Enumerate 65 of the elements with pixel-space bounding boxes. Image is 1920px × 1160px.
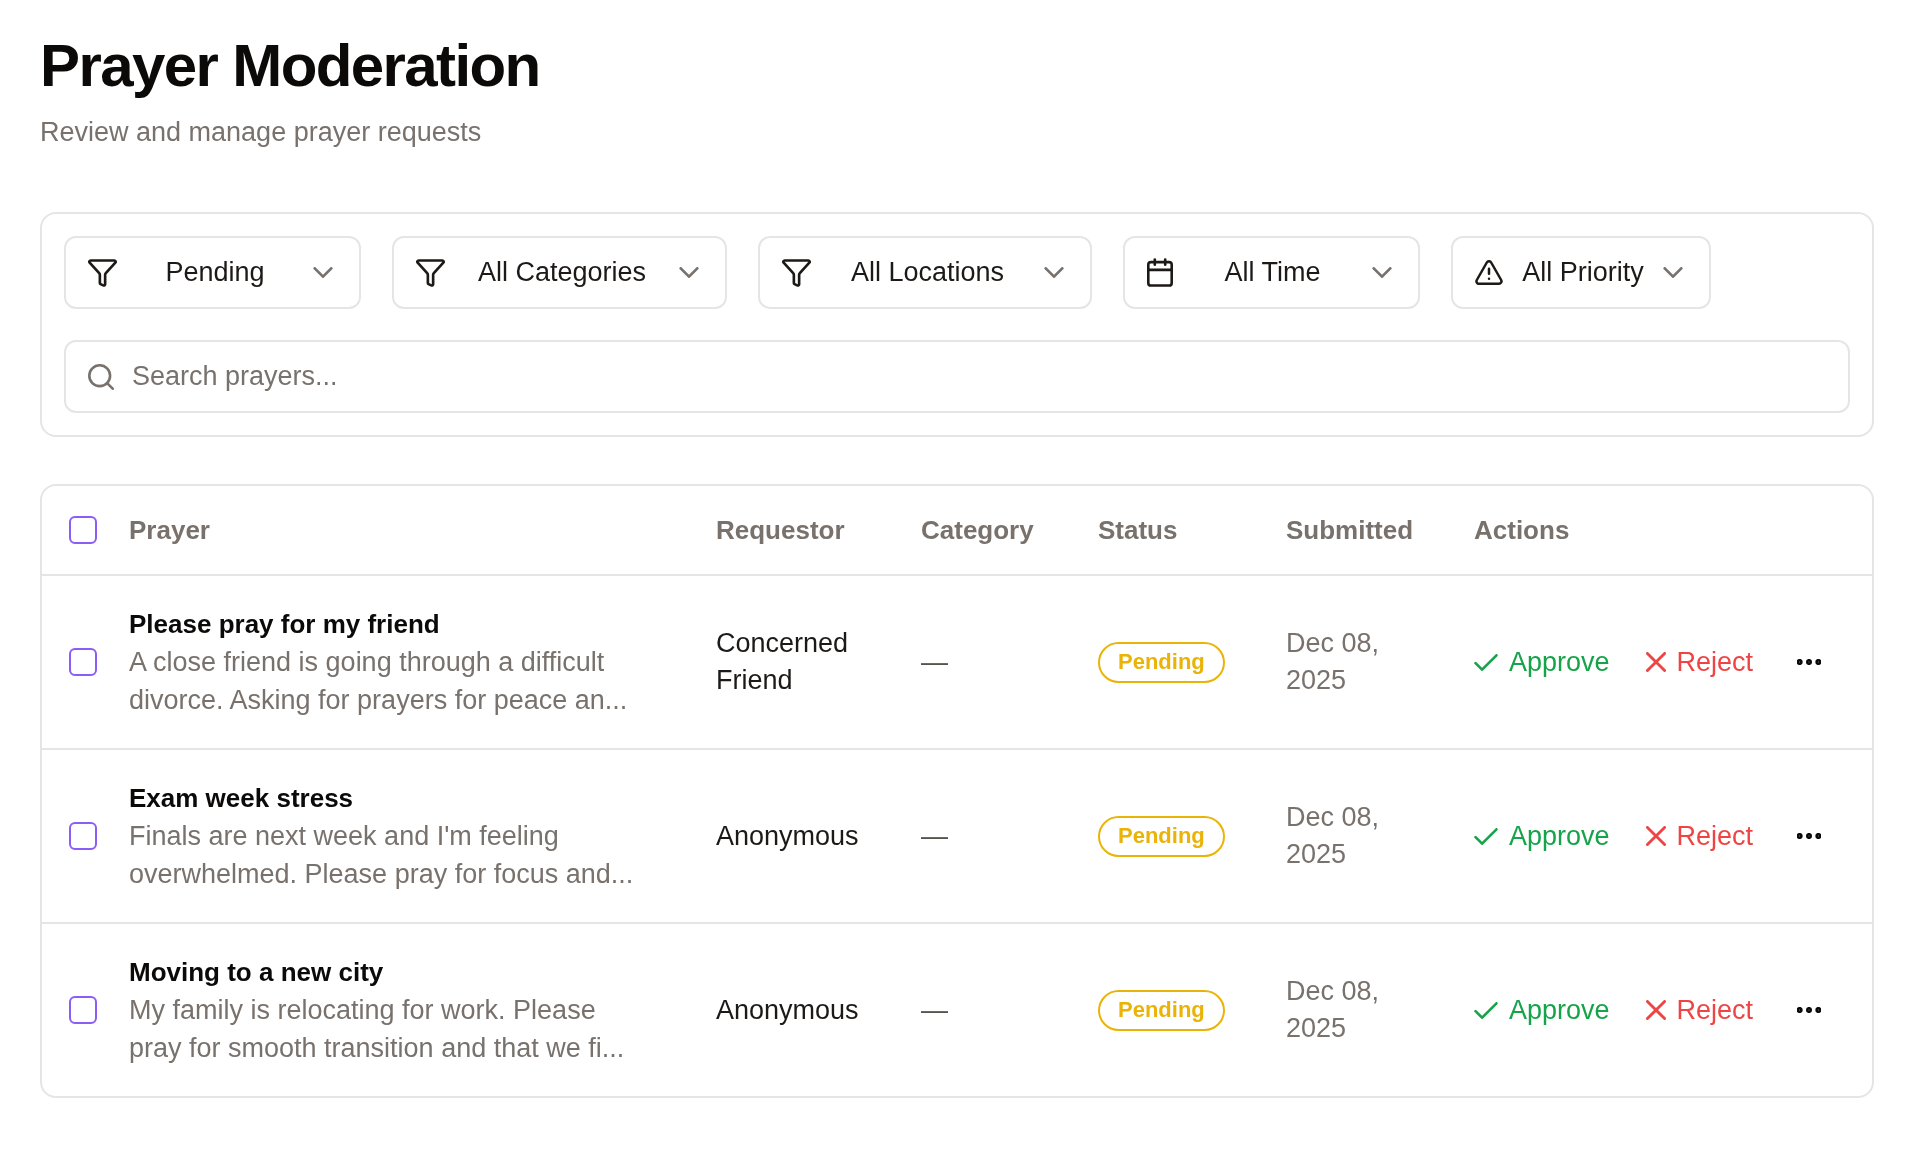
ellipsis-icon bbox=[1797, 833, 1822, 839]
reject-button[interactable]: Reject bbox=[1645, 991, 1754, 1029]
column-header: Actions bbox=[1474, 514, 1570, 547]
chevron-down-icon bbox=[1044, 267, 1064, 278]
page-subtitle: Review and manage prayer requests bbox=[40, 116, 482, 149]
checkbox[interactable] bbox=[69, 996, 97, 1024]
more-button[interactable] bbox=[1797, 1007, 1822, 1013]
close-icon bbox=[1645, 826, 1666, 846]
column-header: Requestor bbox=[716, 514, 845, 547]
check-icon bbox=[1474, 653, 1498, 671]
filter-dropdown[interactable]: All Time bbox=[1123, 236, 1420, 309]
column-header: Category bbox=[921, 514, 1034, 547]
reject-button[interactable]: Reject bbox=[1645, 643, 1754, 681]
filter-dropdown[interactable]: Pending bbox=[64, 236, 361, 309]
status-badge: Pending bbox=[1098, 815, 1225, 857]
close-icon bbox=[1645, 652, 1666, 672]
status-badge: Pending bbox=[1098, 989, 1225, 1031]
more-button[interactable] bbox=[1797, 659, 1822, 665]
checkbox[interactable] bbox=[69, 516, 97, 544]
status-badge: Pending bbox=[1098, 641, 1225, 683]
ellipsis-icon bbox=[1797, 1007, 1822, 1013]
prayer-description: A close friend is going through a difficult divorce. Asking for prayers for peace an... bbox=[129, 646, 629, 717]
category-value: — bbox=[921, 993, 948, 1027]
submitted-date: Dec 08, 2025 bbox=[1286, 801, 1381, 871]
calendar-icon bbox=[1147, 258, 1173, 287]
column-header: Status bbox=[1098, 514, 1178, 547]
reject-button[interactable]: Reject bbox=[1645, 817, 1754, 855]
prayer-title: Please pray for my friend bbox=[129, 608, 440, 641]
chevron-down-icon bbox=[1663, 267, 1683, 278]
page-title: Prayer Moderation bbox=[40, 31, 540, 101]
search-icon bbox=[88, 363, 114, 390]
funnel-icon bbox=[88, 258, 117, 287]
filter-dropdown[interactable]: All Priority bbox=[1451, 236, 1711, 309]
search-field[interactable]: Search prayers... bbox=[64, 340, 1850, 413]
funnel-icon bbox=[416, 258, 445, 287]
chevron-down-icon bbox=[1372, 267, 1392, 278]
check-icon bbox=[1474, 827, 1498, 845]
approve-button[interactable]: Approve bbox=[1474, 643, 1610, 681]
prayer-title: Moving to a new city bbox=[129, 956, 384, 989]
submitted-date: Dec 08, 2025 bbox=[1286, 975, 1381, 1045]
prayer-title: Exam week stress bbox=[129, 782, 354, 815]
category-value: — bbox=[921, 645, 948, 679]
submitted-date: Dec 08, 2025 bbox=[1286, 627, 1381, 697]
filter-dropdown[interactable]: All Locations bbox=[758, 236, 1092, 309]
requestor-name: Anonymous bbox=[716, 993, 859, 1027]
ellipsis-icon bbox=[1797, 659, 1822, 665]
column-header: Submitted bbox=[1286, 514, 1414, 547]
check-icon bbox=[1474, 1001, 1498, 1019]
checkbox[interactable] bbox=[69, 648, 97, 676]
prayer-description: My family is relocating for work. Please pray for smooth transition and that we fi... bbox=[129, 994, 626, 1065]
prayer-description: Finals are next week and I'm feeling overwhelmed. Please pray for focus and... bbox=[129, 820, 635, 891]
more-button[interactable] bbox=[1797, 833, 1822, 839]
chevron-down-icon bbox=[679, 267, 699, 278]
close-icon bbox=[1645, 1000, 1666, 1020]
requestor-name: Anonymous bbox=[716, 819, 859, 853]
approve-button[interactable]: Approve bbox=[1474, 817, 1610, 855]
chevron-down-icon bbox=[313, 267, 333, 278]
column-header: Prayer bbox=[129, 514, 210, 547]
funnel-icon bbox=[782, 258, 811, 287]
requestor-name: Concerned Friend bbox=[716, 627, 850, 697]
checkbox[interactable] bbox=[69, 822, 97, 850]
approve-button[interactable]: Approve bbox=[1474, 991, 1610, 1029]
category-value: — bbox=[921, 819, 948, 853]
warning-icon bbox=[1475, 260, 1503, 285]
filter-dropdown[interactable]: All Categories bbox=[392, 236, 727, 309]
